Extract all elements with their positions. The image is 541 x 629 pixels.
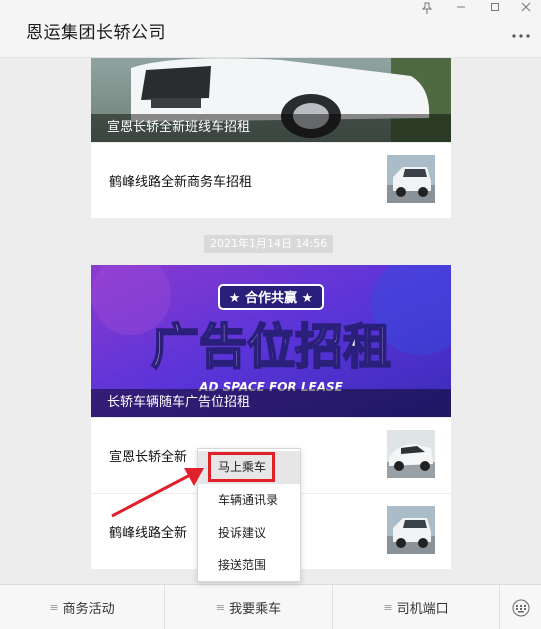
menu-driver-portal[interactable]: ≡ 司机端口	[333, 585, 500, 629]
ad-headline: 广告位招租	[151, 319, 391, 375]
cover-image[interactable]: 宣恩长轿全新班线车招租	[91, 58, 451, 142]
list-item[interactable]: 鹤峰线路全新商务车招租	[91, 142, 451, 218]
menu-label: 我要乘车	[229, 602, 282, 617]
menu-lines-icon: ≡	[383, 601, 393, 614]
article-thumbnail	[387, 506, 435, 554]
article-thumbnail	[387, 155, 435, 203]
article-title: 鹤峰线路全新	[109, 526, 188, 541]
more-dots-icon[interactable]	[511, 26, 535, 42]
menu-label: 司机端口	[396, 602, 449, 617]
menu-book-ride[interactable]: ≡ 我要乘车	[165, 585, 333, 629]
menu-label: 商务活动	[62, 602, 115, 617]
cover-image[interactable]: ★ 合作共赢 ★ 广告位招租 AD SPACE FOR LEASE 长轿车辆随车…	[91, 265, 451, 417]
svg-text:★ 合作共赢 ★: ★ 合作共赢 ★	[229, 290, 313, 306]
submenu-item-service-area[interactable]: 接送范围	[198, 549, 300, 582]
message-timestamp: 2021年1月14日 14:56	[204, 235, 334, 253]
cover-caption: 宣恩长轿全新班线车招租	[91, 114, 451, 142]
window-titlebar: 恩运集团长轿公司	[0, 0, 541, 58]
pin-icon[interactable]	[416, 2, 438, 16]
bottom-menu: ≡ 商务活动 ≡ 我要乘车 ≡ 司机端口	[0, 584, 541, 629]
minimize-icon[interactable]	[450, 2, 472, 16]
article-thumbnail	[387, 430, 435, 478]
submenu-item-vehicle-directory[interactable]: 车辆通讯录	[198, 484, 300, 517]
annotation-arrow-icon	[111, 468, 204, 518]
menu-lines-icon: ≡	[215, 601, 226, 614]
close-icon[interactable]	[515, 2, 537, 16]
submenu-item-complaints[interactable]: 投诉建议	[198, 517, 300, 550]
article-card: 宣恩长轿全新班线车招租 鹤峰线路全新商务车招租	[91, 58, 451, 218]
window-title: 恩运集团长轿公司	[26, 23, 166, 43]
article-title: 鹤峰线路全新商务车招租	[109, 175, 253, 190]
maximize-icon[interactable]	[484, 2, 506, 16]
highlight-box	[208, 452, 275, 482]
menu-lines-icon: ≡	[49, 601, 59, 614]
keyboard-icon[interactable]	[501, 585, 541, 629]
ad-badge-text: 合作共赢	[245, 290, 297, 306]
cover-caption: 长轿车辆随车广告位招租	[91, 389, 451, 417]
menu-business-activities[interactable]: ≡ 商务活动	[0, 585, 165, 629]
